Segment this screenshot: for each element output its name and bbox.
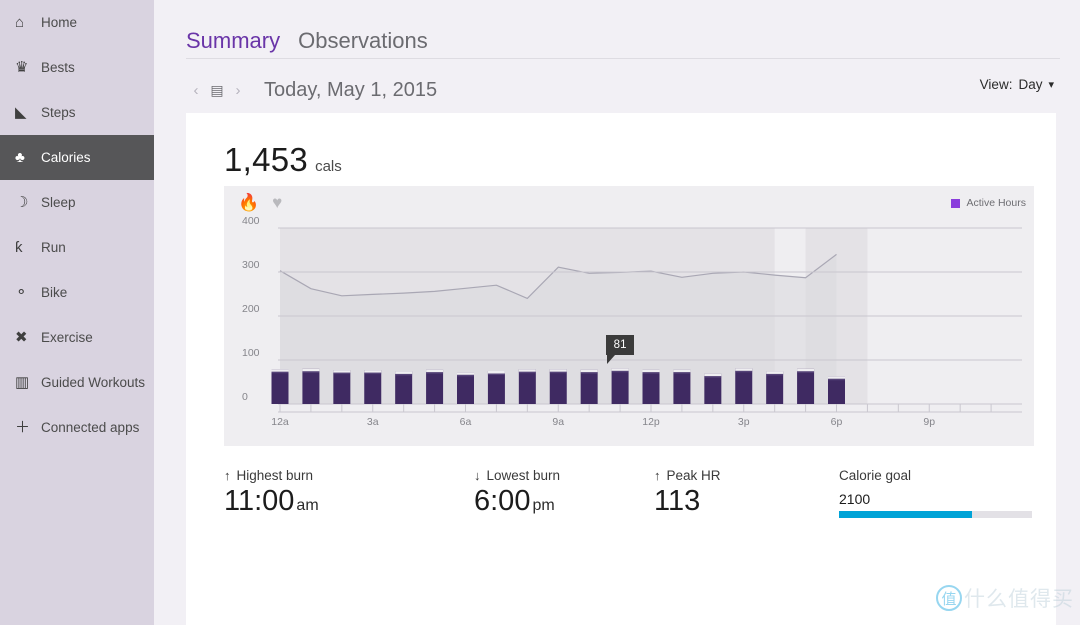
sidebar-item-run[interactable]: ƙ Run [0, 225, 154, 270]
view-selector-label: View: [979, 77, 1013, 92]
x-axis-tick-label: 6a [459, 416, 472, 428]
x-axis-tick-label: 6p [830, 416, 843, 428]
stat-value: 113 [654, 485, 701, 517]
stat-highest-burn: ↑ Highest burn 11:00 am [224, 468, 384, 518]
x-axis-tick-label: 12p [642, 416, 660, 428]
sidebar-item-label: Home [41, 15, 78, 30]
calorie-goal-progress-fill [839, 511, 973, 518]
next-day-button[interactable]: › [228, 82, 248, 99]
app-window: ⌂ Home ♛ Bests ◣ Steps ♣ Calories ☽ Sleep ƙ Run ⚬ Bik… [0, 0, 1080, 625]
y-axis-tick-label: 300 [242, 259, 260, 271]
runner-icon: ƙ [15, 239, 23, 256]
stat-value: 6:00 [474, 485, 531, 517]
previous-day-button[interactable]: ‹ [186, 82, 206, 99]
chevron-down-icon: ▾ [1048, 79, 1054, 91]
sidebar-item-exercise[interactable]: ✖ Exercise [0, 315, 154, 360]
shoe-icon: ◣ [15, 104, 27, 121]
sidebar-item-label: Run [41, 240, 66, 255]
chart-tooltip: 81 [606, 335, 635, 365]
stat-peak-hr: ↑ Peak HR 113 [654, 468, 814, 518]
arrow-up-icon: ↑ [654, 468, 661, 483]
calories-unit: cals [315, 158, 342, 175]
x-axis-tick-label: 3a [366, 416, 379, 428]
current-date-label: Today, May 1, 2015 [264, 78, 438, 101]
sidebar-item-label: Calories [41, 150, 91, 165]
chart-plot [271, 227, 1022, 413]
summary-card: 1,453 cals 🔥 ♥ Active Hours 400 300 200 100… [186, 113, 1056, 625]
sidebar-item-calories[interactable]: ♣ Calories [0, 135, 154, 180]
moon-icon: ☽ [15, 194, 29, 211]
sidebar-item-connected-apps[interactable]: ＋ Connected apps [0, 405, 154, 450]
view-selector[interactable]: View: Day ▾ [980, 77, 1054, 92]
home-icon: ⌂ [15, 14, 25, 31]
sidebar-item-label: Sleep [41, 195, 76, 210]
plus-icon: ＋ [15, 419, 31, 436]
calorie-goal-label: Calorie goal [839, 468, 912, 483]
x-axis-tick-label: 12a [271, 416, 289, 428]
calendar-icon[interactable]: ▤ [206, 82, 228, 99]
stats-row: ↑ Highest burn 11:00 am ↓ Lowest burn 6:00 pm ↑ P… [224, 468, 1032, 518]
sidebar-item-home[interactable]: ⌂ Home [0, 0, 154, 45]
y-axis-tick-label: 0 [242, 391, 248, 403]
stat-label: Highest burn [236, 468, 314, 483]
clipboard-icon: ▥ [15, 374, 30, 391]
dumbbell-icon: ✖ [15, 329, 28, 346]
x-axis-tick-label: 9p [923, 416, 936, 428]
sidebar-item-steps[interactable]: ◣ Steps [0, 90, 154, 135]
calorie-goal: Calorie goal 2100 [839, 468, 1032, 518]
sidebar: ⌂ Home ♛ Bests ◣ Steps ♣ Calories ☽ Sleep ƙ Run ⚬ Bik… [0, 0, 154, 625]
flame-icon: ♣ [15, 149, 25, 166]
tab-summary[interactable]: Summary [186, 28, 280, 58]
calorie-goal-value: 2100 [839, 491, 871, 507]
calories-value: 1,453 [224, 141, 309, 178]
y-axis-tick-label: 100 [242, 347, 260, 359]
stat-label: Lowest burn [486, 468, 561, 483]
sidebar-item-label: Exercise [41, 330, 93, 345]
view-selector-value: Day [1018, 77, 1043, 92]
sidebar-item-bests[interactable]: ♛ Bests [0, 45, 154, 90]
calories-headline: 1,453 cals [186, 113, 1056, 179]
sidebar-item-guided-workouts[interactable]: ▥ Guided Workouts [0, 360, 154, 405]
tab-bar: Summary Observations [154, 0, 1080, 58]
y-axis-tick-label: 400 [242, 215, 260, 227]
date-navigation-bar: ‹ ▤ › Today, May 1, 2015 View: Day ▾ [154, 59, 1080, 107]
stat-suffix: pm [532, 497, 555, 514]
y-axis-tick-label: 200 [242, 303, 260, 315]
x-axis-tick-label: 9a [552, 416, 565, 428]
trophy-icon: ♛ [15, 59, 29, 76]
calories-chart[interactable]: 🔥 ♥ Active Hours 400 300 200 100 0 12a 3a 6a 9a 1… [224, 186, 1034, 446]
sidebar-item-label: Bike [41, 285, 68, 300]
bike-icon: ⚬ [15, 284, 28, 301]
stat-suffix: am [296, 497, 319, 514]
sidebar-item-bike[interactable]: ⚬ Bike [0, 270, 154, 315]
sidebar-item-label: Bests [41, 60, 75, 75]
x-axis-tick-label: 3p [737, 416, 750, 428]
calorie-goal-progress-track [839, 511, 1032, 518]
main-content: Summary Observations ‹ ▤ › Today, May 1, … [154, 0, 1080, 625]
stat-lowest-burn: ↓ Lowest burn 6:00 pm [474, 468, 634, 518]
arrow-up-icon: ↑ [224, 468, 231, 483]
sidebar-item-sleep[interactable]: ☽ Sleep [0, 180, 154, 225]
stat-value: 11:00 [224, 485, 295, 517]
tab-observations[interactable]: Observations [298, 28, 428, 58]
stat-label: Peak HR [666, 468, 721, 483]
sidebar-item-label: Connected apps [41, 420, 140, 435]
sidebar-item-label: Steps [41, 105, 76, 120]
sidebar-item-label: Guided Workouts [41, 375, 146, 390]
arrow-down-icon: ↓ [474, 468, 481, 483]
